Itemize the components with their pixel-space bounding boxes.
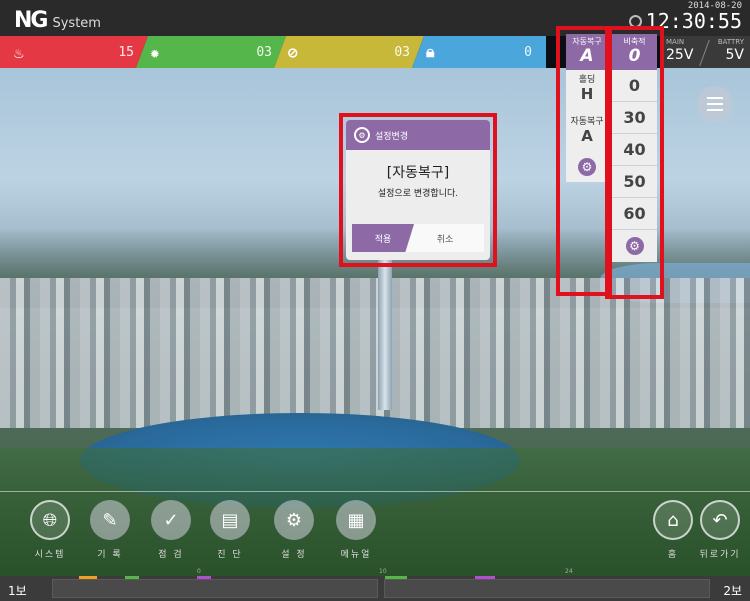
dialog-header: ⚙ 설정변경 — [346, 120, 490, 150]
status-strip: ♨ 15 ✹ 03 ⊘ 03 🔒︎ 0 — [0, 36, 560, 68]
home-label: 홈 — [667, 550, 679, 560]
nav-label: 진 단 — [217, 550, 243, 560]
list-menu-button[interactable] — [697, 86, 733, 122]
disabled-status[interactable]: ⊘ 03 — [274, 36, 424, 68]
home-icon: ⌂ — [653, 500, 693, 540]
timeline-track-2[interactable]: 10 24 — [379, 568, 710, 598]
speed-highlight-frame — [605, 26, 664, 299]
timeline-tick: 24 — [565, 568, 573, 575]
timeline-marker — [475, 576, 495, 579]
timeline-marker — [125, 576, 139, 579]
logo-system-text: System — [52, 16, 101, 31]
timeline-marker — [385, 576, 407, 579]
manual-icon: ▦ — [336, 500, 376, 540]
lock-count: 0 — [524, 44, 532, 60]
back-button[interactable]: ↶ 뒤로가기 — [694, 500, 746, 560]
dialog-title: 설정변경 — [375, 131, 409, 142]
dialog-message: 설정으로 변경합니다. — [377, 189, 459, 199]
home-button[interactable]: ⌂ 홈 — [647, 500, 699, 560]
back-arrow-icon: ↶ — [700, 500, 740, 540]
background-city — [0, 278, 750, 428]
timeline-marker — [79, 576, 97, 579]
nav-label: 점 검 — [158, 550, 184, 560]
settings-change-dialog: ⚙ 설정변경 [자동복구] 설정으로 변경합니다. 적용 취소 — [346, 120, 490, 260]
mode-highlight-frame — [556, 26, 612, 296]
prohibited-icon: ⊘ — [288, 42, 298, 62]
gear-icon: ⚙ — [354, 127, 370, 143]
nav-manual-button[interactable]: ▦ 메뉴얼 — [330, 500, 382, 560]
battery-value: 5V — [725, 47, 744, 63]
nav-settings-button[interactable]: ⚙ 설 정 — [268, 500, 320, 560]
timeline-right-label: 2보 — [723, 584, 742, 598]
disabled-count: 03 — [394, 44, 410, 60]
clipboard-icon: ▤ — [210, 500, 250, 540]
pencil-icon: ✎ — [90, 500, 130, 540]
timeline-track-1[interactable]: 0 — [52, 568, 378, 598]
nav-label: 기 록 — [97, 550, 123, 560]
dialog-heading: [자동복구] — [386, 165, 450, 181]
fire-count: 15 — [118, 44, 134, 60]
timeline-tick: 0 — [197, 568, 201, 575]
nav-label: 시스템 — [34, 550, 66, 560]
globe-icon: 🌐︎ — [30, 500, 70, 540]
power-divider — [699, 40, 710, 66]
battery-label: BATTRY — [717, 38, 744, 46]
nav-label: 메뉴얼 — [340, 550, 372, 560]
nav-record-button[interactable]: ✎ 기 록 — [84, 500, 136, 560]
main-power-label: MAIN — [666, 38, 685, 46]
fault-count: 03 — [256, 44, 272, 60]
timeline-tick: 10 — [379, 568, 387, 575]
timeline-left-label: 1보 — [8, 584, 27, 598]
nav-inspect-button[interactable]: ✓ 점 검 — [145, 500, 197, 560]
lock-icon: 🔒︎ — [426, 42, 435, 61]
nav-label: 설 정 — [281, 550, 307, 560]
nav-divider — [0, 491, 750, 492]
lock-status[interactable]: 🔒︎ 0 — [412, 36, 546, 68]
main-power-value: 25V — [666, 47, 694, 63]
fault-status[interactable]: ✹ 03 — [136, 36, 286, 68]
logo-mark: NG — [14, 8, 49, 33]
brand-logo: NG System — [14, 8, 101, 33]
nav-diagnosis-button[interactable]: ▤ 진 단 — [204, 500, 256, 560]
timeline-marker — [197, 576, 211, 579]
main-power: MAIN 25V — [666, 38, 693, 63]
list-icon — [707, 97, 723, 111]
power-status: MAIN 25V BATTRY 5V — [660, 36, 750, 68]
inspect-icon: ✓ — [151, 500, 191, 540]
apply-button[interactable]: 적용 — [352, 224, 414, 252]
cancel-button[interactable]: 취소 — [406, 224, 484, 252]
back-label: 뒤로가기 — [699, 550, 741, 560]
fire-status[interactable]: ♨ 15 — [0, 36, 148, 68]
gear-icon: ⚙ — [274, 500, 314, 540]
fault-icon: ✹ — [150, 42, 160, 62]
dialog-buttons: 적용 취소 — [352, 224, 484, 252]
timeline-bar: 1보 0 10 24 2보 — [0, 568, 750, 601]
nav-system-button[interactable]: 🌐︎ 시스템 — [24, 500, 76, 560]
battery-power: BATTRY 5V — [718, 38, 744, 63]
fire-icon: ♨ — [14, 42, 24, 62]
